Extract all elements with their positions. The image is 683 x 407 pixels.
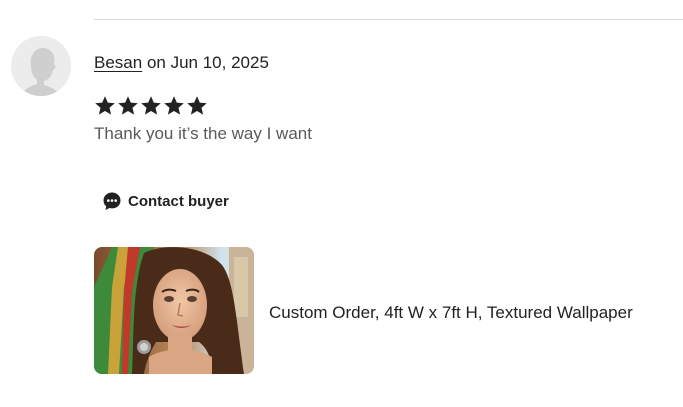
review-card: Besan on Jun 10, 2025 Thank you it’s the… [0, 0, 683, 407]
star-icon [140, 95, 162, 117]
listing-title-link[interactable]: Custom Order, 4ft W x 7ft H, Textured Wa… [269, 302, 633, 324]
star-icon [186, 95, 208, 117]
review-date: Jun 10, 2025 [170, 53, 269, 72]
chat-bubble-icon [102, 191, 122, 211]
star-icon [117, 95, 139, 117]
contact-buyer-label: Contact buyer [128, 192, 229, 210]
listing-thumbnail[interactable] [94, 247, 254, 374]
review-header: Besan on Jun 10, 2025 [94, 52, 269, 74]
reviewer-avatar [11, 36, 71, 96]
star-rating [94, 95, 208, 117]
star-icon [94, 95, 116, 117]
review-text: Thank you it’s the way I want [94, 124, 312, 143]
star-icon [163, 95, 185, 117]
date-prefix: on [146, 53, 166, 72]
divider [94, 19, 683, 20]
reviewer-name-link[interactable]: Besan [94, 53, 142, 72]
contact-buyer-button[interactable]: Contact buyer [102, 189, 229, 213]
